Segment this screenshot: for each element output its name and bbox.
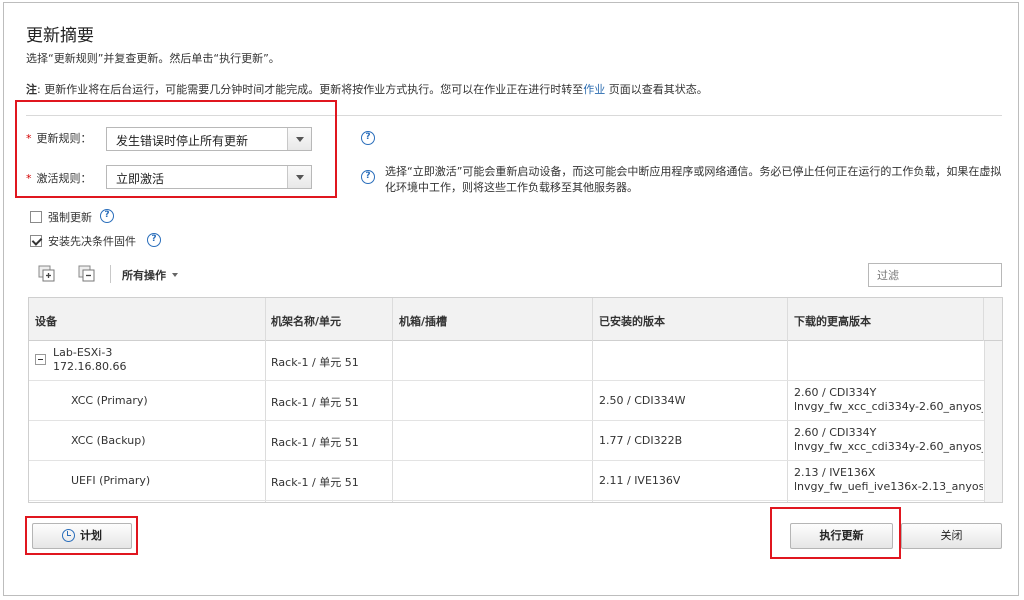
table-row[interactable]: XCC (Backup) Rack-1 / 单元 51 1.77 / CDI32… [29, 421, 984, 461]
note-text-after: 页面以查看其状态。 [605, 83, 708, 96]
expand-all-icon[interactable] [38, 265, 56, 283]
update-table: 设备 机架名称/单元 机箱/插槽 已安装的版本 下载的更高版本 Lab-ESXi… [28, 297, 1003, 503]
rack-cell: Rack-1 / 单元 51 [271, 396, 359, 409]
table-scrollbar[interactable] [984, 341, 1002, 502]
device-ip: 172.16.80.66 [53, 360, 127, 373]
note-text-before: : 更新作业将在后台运行，可能需要几分钟时间才能完成。更新将按作业方式执行。您可… [37, 83, 584, 96]
column-header-downloaded[interactable]: 下载的更高版本 [794, 313, 871, 329]
installed-cell: 2.50 / CDI334W [599, 394, 686, 407]
device-cell: Lab-ESXi-3 172.16.80.66 [53, 346, 126, 374]
install-prereq-label: 安装先决条件固件 [48, 235, 136, 248]
activation-hint: 选择“立即激活”可能会重新启动设备，而这可能会中断应用程序或网络通信。务必已停止… [385, 165, 1002, 194]
rack-cell: Rack-1 / 单元 51 [271, 436, 359, 449]
downloaded-version: 2.60 / CDI334Y [794, 386, 877, 399]
jobs-page-link[interactable]: 作业 [583, 83, 605, 96]
rack-cell: Rack-1 / 单元 51 [271, 476, 359, 489]
update-rule-value: 发生错误时停止所有更新 [116, 134, 249, 148]
downloaded-file: lnvgy_fw_xcc_cdi334y-2.60_anyos_r [794, 400, 983, 413]
activation-rule-label: * 激活规则： [26, 172, 92, 185]
column-header-installed[interactable]: 已安装的版本 [599, 313, 665, 329]
downloaded-file: lnvgy_fw_xcc_cdi334y-2.60_anyos_r [794, 440, 983, 453]
device-cell: XCC (Primary) [71, 394, 148, 407]
device-cell: XCC (Backup) [71, 434, 146, 447]
update-rule-help-icon[interactable]: ? [361, 131, 375, 145]
install-prereq-help-icon[interactable]: ? [147, 233, 161, 247]
update-rule-select[interactable]: 发生错误时停止所有更新 [106, 127, 312, 151]
caret-down-icon [172, 273, 178, 277]
close-button[interactable]: 关闭 [901, 523, 1002, 549]
force-update-checkbox[interactable]: 强制更新 [30, 209, 92, 225]
installed-cell: 1.77 / CDI322B [599, 434, 683, 447]
table-header: 设备 机架名称/单元 机箱/插槽 已安装的版本 下载的更高版本 [29, 298, 1002, 341]
column-header-chassis[interactable]: 机箱/插槽 [399, 313, 447, 329]
activation-rule-select[interactable]: 立即激活 [106, 165, 312, 189]
install-prereq-checkbox[interactable]: 安装先决条件固件 [30, 233, 136, 249]
chevron-down-icon[interactable] [287, 166, 311, 188]
schedule-button[interactable]: 计划 [32, 523, 132, 549]
note-prefix: 注 [26, 83, 37, 96]
all-actions-menu[interactable]: 所有操作 [122, 267, 178, 283]
activation-rule-value: 立即激活 [116, 172, 165, 186]
column-header-device[interactable]: 设备 [35, 313, 57, 329]
force-update-help-icon[interactable]: ? [100, 209, 114, 223]
collapse-all-icon[interactable] [78, 265, 96, 283]
downloaded-cell: 2.60 / CDI334Y lnvgy_fw_xcc_cdi334y-2.60… [794, 426, 983, 454]
activation-rule-help-icon[interactable]: ? [361, 170, 375, 184]
downloaded-cell: 2.13 / IVE136X lnvgy_fw_uefi_ive136x-2.1… [794, 466, 983, 494]
update-summary-dialog: 更新摘要 选择“更新规则”并复查更新。然后单击“执行更新”。 注: 更新作业将在… [3, 2, 1019, 596]
device-name: Lab-ESXi-3 [53, 346, 113, 359]
force-update-label: 强制更新 [48, 211, 92, 224]
checkbox-unchecked-icon[interactable] [30, 211, 42, 223]
perform-update-button[interactable]: 执行更新 [790, 523, 893, 549]
device-cell: UEFI (Primary) [71, 474, 151, 487]
table-row[interactable]: XCC (Primary) Rack-1 / 单元 51 2.50 / CDI3… [29, 381, 984, 421]
column-divider [983, 298, 984, 341]
downloaded-version: 2.13 / IVE136X [794, 466, 876, 479]
chevron-down-icon[interactable] [287, 128, 311, 150]
dialog-title: 更新摘要 [26, 26, 94, 46]
rack-cell: Rack-1 / 单元 51 [271, 356, 359, 369]
collapse-toggle-icon[interactable] [35, 354, 46, 365]
downloaded-cell: 2.60 / CDI334Y lnvgy_fw_xcc_cdi334y-2.60… [794, 386, 983, 414]
table-row[interactable]: UEFI (Primary) Rack-1 / 单元 51 2.11 / IVE… [29, 461, 984, 501]
downloaded-file: lnvgy_fw_uefi_ive136x-2.13_anyos_3 [794, 480, 983, 493]
schedule-label: 计划 [80, 529, 102, 542]
installed-cell: 2.11 / IVE136V [599, 474, 681, 487]
column-header-rack[interactable]: 机架名称/单元 [271, 313, 341, 329]
update-rule-label: * 更新规则： [26, 132, 92, 145]
toolbar-separator [110, 265, 111, 283]
background-job-note: 注: 更新作业将在后台运行，可能需要几分钟时间才能完成。更新将按作业方式执行。您… [26, 81, 708, 97]
filter-input[interactable] [868, 263, 1002, 287]
clock-icon [62, 529, 75, 542]
dialog-subtitle: 选择“更新规则”并复查更新。然后单击“执行更新”。 [26, 52, 280, 65]
downloaded-version: 2.60 / CDI334Y [794, 426, 877, 439]
table-row-group[interactable]: Lab-ESXi-3 172.16.80.66 Rack-1 / 单元 51 [29, 341, 984, 381]
checkbox-checked-icon[interactable] [30, 235, 42, 247]
